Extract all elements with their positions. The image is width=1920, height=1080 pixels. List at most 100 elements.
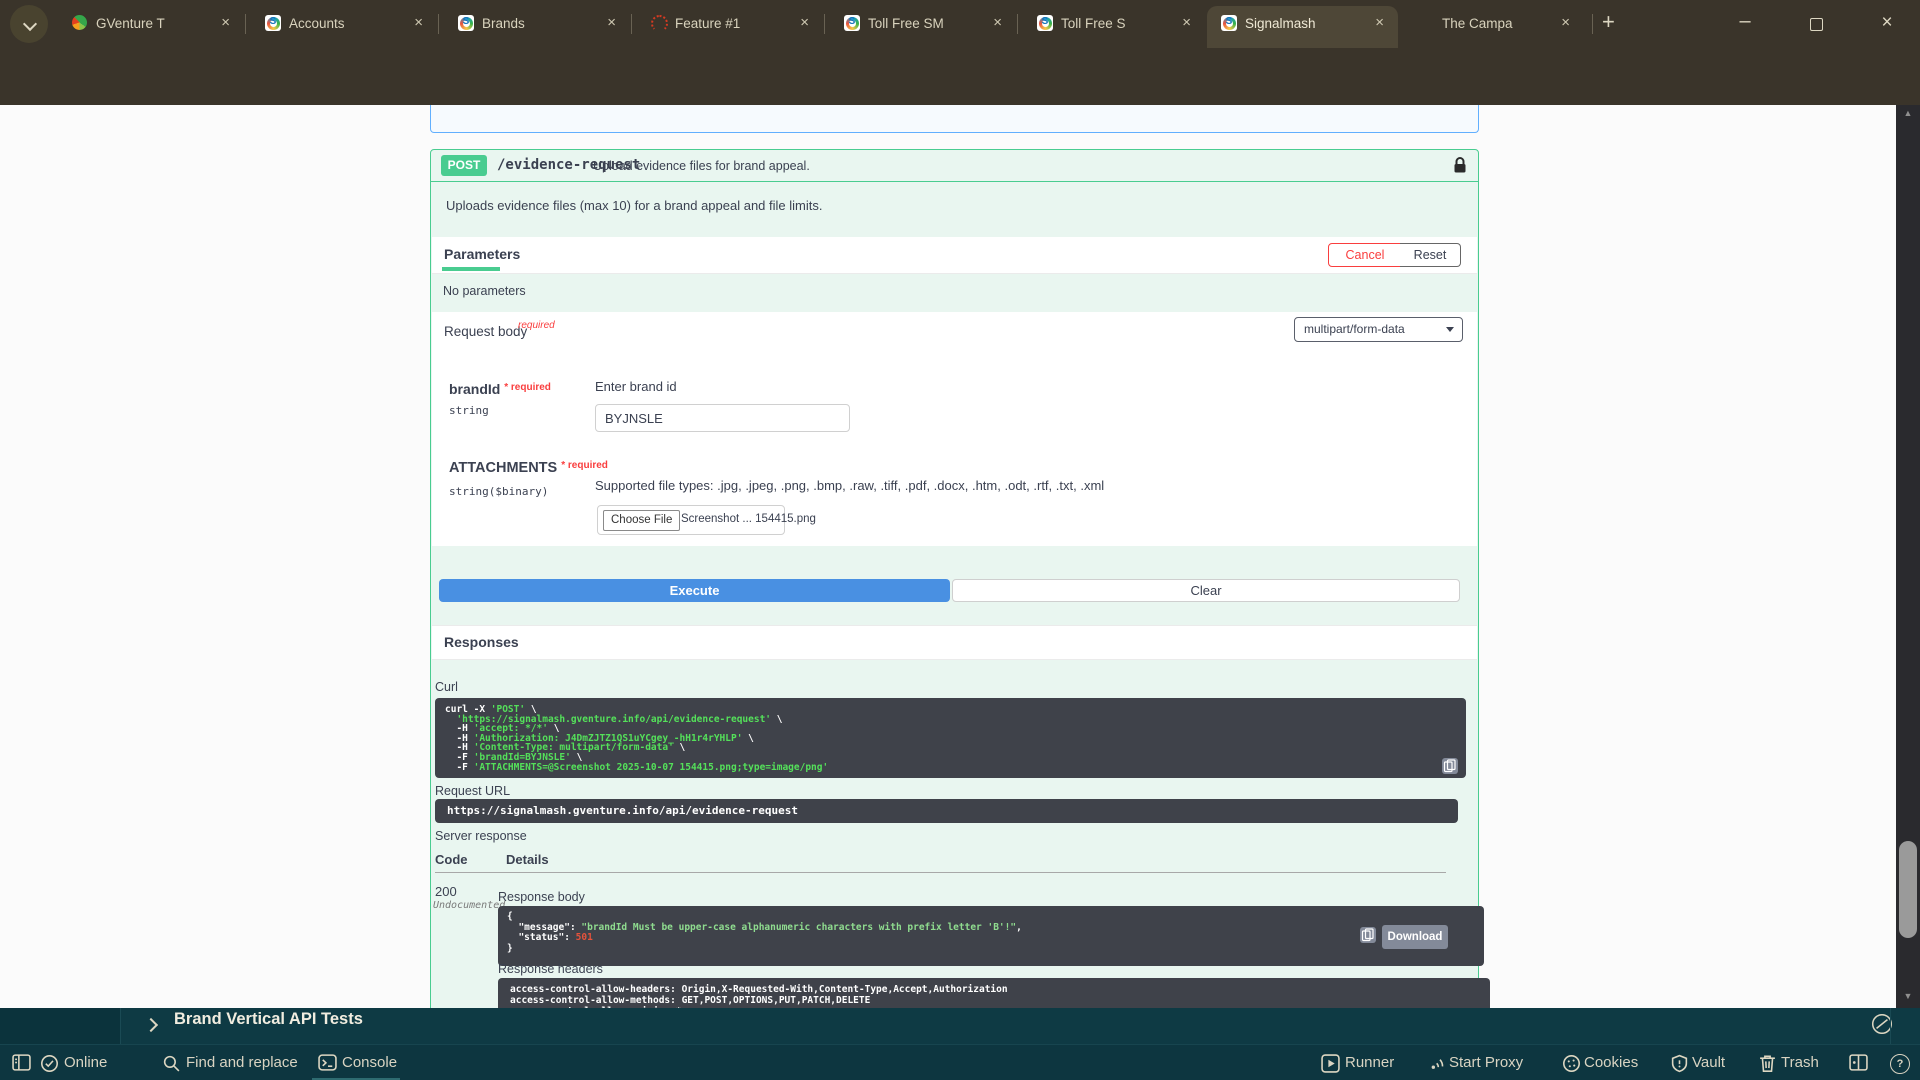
chevron-right-icon[interactable] bbox=[144, 1018, 158, 1032]
scroll-down-icon[interactable]: ▼ bbox=[1896, 991, 1920, 1001]
download-button[interactable]: Download bbox=[1382, 925, 1448, 949]
console-icon bbox=[318, 1054, 337, 1076]
attachments-type: string($binary) bbox=[449, 485, 548, 498]
tab-close-icon[interactable]: × bbox=[414, 14, 423, 31]
tab-accounts[interactable]: S Accounts × bbox=[251, 8, 437, 48]
scrollbar-thumb[interactable] bbox=[1899, 841, 1917, 938]
tab-divider bbox=[1017, 14, 1018, 34]
copy-curl-button[interactable] bbox=[1442, 758, 1458, 774]
maximize-button[interactable] bbox=[1810, 18, 1823, 31]
tab-brands[interactable]: S Brands × bbox=[444, 8, 630, 48]
responses-section-header: Responses bbox=[432, 625, 1477, 660]
browser-toolbar: ← → ↻ signalmash.gventure.info/doc/#/Evi… bbox=[0, 48, 1920, 105]
execute-button[interactable]: Execute bbox=[439, 579, 950, 602]
file-input[interactable]: Choose File Screenshot ... 154415.png bbox=[597, 505, 785, 535]
signalmash-favicon: S bbox=[1221, 15, 1237, 34]
new-tab-button[interactable]: + bbox=[1602, 9, 1615, 35]
content-type-select[interactable]: multipart/form-data bbox=[1294, 317, 1463, 342]
curl-label: Curl bbox=[435, 680, 458, 694]
vault-item[interactable]: Vault bbox=[1692, 1054, 1725, 1071]
tab-close-icon[interactable]: × bbox=[607, 14, 616, 31]
response-headers-block: access-control-allow-headers: Origin,X-R… bbox=[498, 978, 1490, 1008]
code-column-header: Code bbox=[435, 852, 468, 867]
page-scrollbar[interactable]: ▲ ▼ bbox=[1896, 105, 1920, 1008]
tab-divider bbox=[1592, 14, 1593, 34]
parameters-tab[interactable]: Parameters bbox=[444, 246, 520, 262]
panel-divider bbox=[1890, 1008, 1891, 1044]
tab-toll-free-2[interactable]: S Toll Free S × bbox=[1023, 8, 1205, 48]
tab-close-icon[interactable]: × bbox=[1561, 14, 1570, 31]
brandid-hint: Enter brand id bbox=[595, 379, 677, 394]
request-body-section: Request body required multipart/form-dat… bbox=[432, 312, 1477, 546]
trash-item[interactable]: Trash bbox=[1781, 1054, 1819, 1071]
tab-divider bbox=[631, 14, 632, 34]
console-item[interactable]: Console bbox=[342, 1054, 397, 1071]
postman-collection-row: Brand Vertical API Tests bbox=[0, 1008, 1920, 1044]
request-url-value: https://signalmash.gventure.info/api/evi… bbox=[435, 799, 1458, 823]
request-body-required: required bbox=[518, 320, 555, 331]
tab-close-icon[interactable]: × bbox=[1182, 14, 1191, 31]
find-and-replace[interactable]: Find and replace bbox=[186, 1054, 298, 1071]
signalmash-favicon: S bbox=[265, 15, 281, 34]
sidebar-toggle-icon[interactable] bbox=[12, 1054, 31, 1076]
gventure-favicon bbox=[72, 15, 87, 33]
cookies-item[interactable]: Cookies bbox=[1584, 1054, 1638, 1071]
tab-title: Signalmash bbox=[1245, 16, 1353, 31]
cookies-icon bbox=[1562, 1054, 1581, 1078]
postman-sidebar-edge bbox=[0, 1008, 121, 1044]
tab-close-icon[interactable]: × bbox=[221, 14, 230, 31]
start-proxy-item[interactable]: Start Proxy bbox=[1449, 1054, 1523, 1071]
request-url-label: Request URL bbox=[435, 784, 510, 798]
tab-close-icon[interactable]: × bbox=[800, 14, 809, 31]
tab-feature[interactable]: Feature #1 × bbox=[637, 8, 823, 48]
tab-gventure[interactable]: GVenture T × bbox=[58, 8, 244, 48]
search-icon bbox=[162, 1054, 181, 1078]
cancel-button[interactable]: Cancel bbox=[1328, 243, 1402, 267]
chevron-down-icon bbox=[23, 17, 37, 31]
clear-button[interactable]: Clear bbox=[952, 579, 1460, 602]
server-response-label: Server response bbox=[435, 829, 527, 843]
tab-close-icon[interactable]: × bbox=[993, 14, 1002, 31]
tab-search-button[interactable] bbox=[10, 5, 48, 43]
tab-title: Accounts bbox=[289, 16, 397, 31]
tab-title: The Campa bbox=[1442, 16, 1550, 31]
responses-title: Responses bbox=[444, 634, 519, 650]
operation-description: Uploads evidence files (max 10) for a br… bbox=[446, 198, 822, 213]
active-tab-underline bbox=[442, 267, 500, 271]
minimize-button[interactable]: – bbox=[1730, 10, 1760, 33]
help-icon[interactable]: ? bbox=[1890, 1054, 1910, 1074]
tab-divider bbox=[438, 14, 439, 34]
scroll-up-icon[interactable]: ▲ bbox=[1896, 108, 1920, 118]
table-divider bbox=[435, 872, 1446, 873]
tab-campaign[interactable]: The Campa × bbox=[1404, 8, 1584, 48]
runner-item[interactable]: Runner bbox=[1345, 1054, 1394, 1071]
previous-operation-block bbox=[430, 105, 1479, 133]
trash-icon bbox=[1759, 1054, 1776, 1078]
split-panel-icon[interactable] bbox=[1849, 1054, 1868, 1076]
required-mark: * required bbox=[504, 382, 551, 393]
brandid-input[interactable] bbox=[595, 404, 850, 432]
close-window-button[interactable]: × bbox=[1872, 12, 1902, 34]
choose-file-button[interactable]: Choose File bbox=[603, 510, 680, 531]
online-status[interactable]: Online bbox=[64, 1054, 107, 1071]
feature-favicon bbox=[651, 15, 668, 35]
operation-header[interactable]: POST /evidence-request Upload evidence f… bbox=[431, 150, 1478, 182]
no-parameters-text: No parameters bbox=[443, 284, 526, 298]
collection-name[interactable]: Brand Vertical API Tests bbox=[174, 1010, 363, 1029]
response-headers-label: Response headers bbox=[498, 962, 603, 976]
reset-button[interactable]: Reset bbox=[1400, 243, 1461, 267]
runner-icon bbox=[1321, 1054, 1340, 1078]
browser-tab-strip: GVenture T × S Accounts × S Brands × Fea… bbox=[0, 0, 1920, 48]
tab-signalmash-active[interactable]: S Signalmash × bbox=[1207, 6, 1398, 48]
status-code-note: Undocumented bbox=[433, 900, 505, 911]
start-proxy-icon bbox=[1427, 1054, 1446, 1078]
signalmash-favicon: S bbox=[458, 15, 474, 34]
response-body-block: { "message": "brandId Must be upper-case… bbox=[498, 906, 1484, 966]
endpoint-summary: Upload evidence files for brand appeal. bbox=[593, 159, 810, 173]
copy-response-button[interactable] bbox=[1360, 927, 1376, 943]
required-mark: * required bbox=[561, 460, 608, 471]
tab-close-icon[interactable]: × bbox=[1375, 14, 1384, 31]
lock-icon[interactable] bbox=[1453, 156, 1467, 179]
method-badge: POST bbox=[441, 155, 487, 176]
tab-toll-free-1[interactable]: S Toll Free SM × bbox=[830, 8, 1016, 48]
